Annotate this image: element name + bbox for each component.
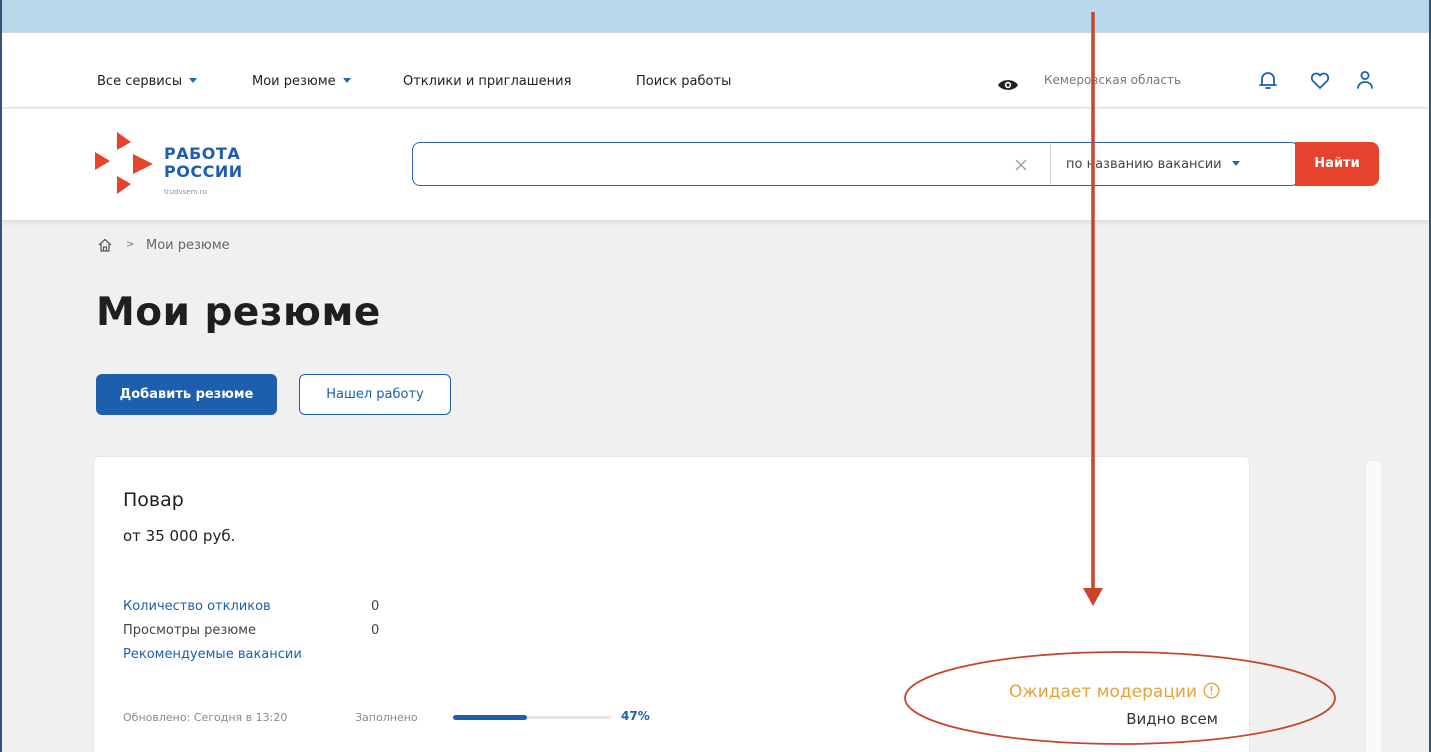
- chevron-down-icon: [189, 78, 198, 83]
- heart-icon[interactable]: [1308, 68, 1332, 92]
- nav-my-resumes-label: Мои резюме: [252, 74, 336, 89]
- completion-percent: 47%: [621, 709, 650, 723]
- nav-all-services[interactable]: Все сервисы: [97, 74, 198, 89]
- region-selector[interactable]: Кемеровская область: [1044, 73, 1181, 87]
- chevron-down-icon: [1231, 161, 1240, 166]
- completion-progress: [453, 715, 611, 720]
- logo-line-2: РОССИИ: [164, 162, 243, 181]
- search-input[interactable]: [429, 152, 989, 176]
- resume-salary: от 35 000 руб.: [123, 527, 236, 545]
- next-card-edge: [1365, 460, 1381, 752]
- moderation-status: Ожидает модерации: [1009, 682, 1220, 702]
- logo-url: trudvsem.ru: [164, 188, 207, 196]
- chevron-down-icon: [342, 78, 351, 83]
- recommended-vacancies-link[interactable]: Рекомендуемые вакансии: [123, 647, 302, 662]
- resume-title[interactable]: Повар: [123, 489, 184, 511]
- find-button[interactable]: Найти: [1295, 142, 1379, 186]
- home-icon[interactable]: [97, 237, 113, 253]
- logo-icon[interactable]: [95, 132, 155, 194]
- add-resume-button[interactable]: Добавить резюме: [96, 374, 277, 415]
- filled-label: Заполнено: [355, 711, 418, 724]
- top-navigation: [0, 32, 1431, 108]
- info-icon[interactable]: [1203, 682, 1220, 699]
- completion-progress-fill: [453, 715, 528, 720]
- nav-responses[interactable]: Отклики и приглашения: [403, 74, 571, 89]
- views-value: 0: [371, 623, 380, 638]
- browser-top-strip: [0, 0, 1431, 32]
- nav-all-services-label: Все сервисы: [97, 74, 183, 89]
- user-icon[interactable]: [1353, 68, 1377, 92]
- found-job-button[interactable]: Нашел работу: [299, 374, 451, 415]
- responses-count-value: 0: [371, 599, 380, 614]
- logo-text[interactable]: РАБОТА РОССИИ: [164, 145, 243, 181]
- responses-count-link[interactable]: Количество откликов: [123, 599, 271, 614]
- search-mode-select[interactable]: по названию вакансии: [1066, 157, 1240, 172]
- breadcrumb-separator: >: [126, 239, 135, 250]
- eye-icon[interactable]: [997, 78, 1019, 92]
- close-icon[interactable]: [1014, 158, 1028, 172]
- nav-my-resumes[interactable]: Мои резюме: [252, 74, 351, 89]
- search-mode-label: по названию вакансии: [1066, 157, 1222, 172]
- bell-icon[interactable]: [1256, 68, 1280, 92]
- breadcrumb-current: Мои резюме: [146, 238, 230, 253]
- moderation-status-text: Ожидает модерации: [1009, 682, 1197, 702]
- visibility-status: Видно всем: [1126, 710, 1218, 728]
- views-label: Просмотры резюме: [123, 623, 257, 638]
- search-divider: [1050, 143, 1051, 185]
- nav-job-search[interactable]: Поиск работы: [636, 74, 731, 89]
- logo-line-1: РАБОТА: [164, 144, 241, 163]
- updated-timestamp: Обновлено: Сегодня в 13:20: [123, 711, 288, 724]
- page-title: Мои резюме: [96, 290, 381, 335]
